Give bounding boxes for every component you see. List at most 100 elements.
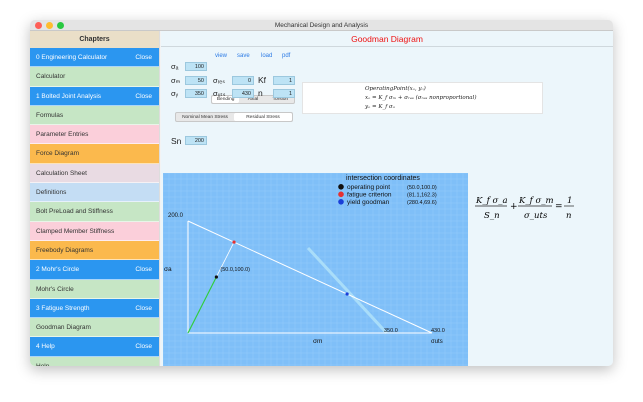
- operating-point-label: (50.0,100.0): [220, 267, 250, 273]
- legend-entry: operating point: [347, 184, 390, 191]
- data-point-fatigue-criterion: [232, 240, 236, 244]
- equation-box: OperatingPoint(xₒ, yₒ) xₒ = K_f σₘ + σᵣₑ…: [302, 82, 543, 114]
- data-point-yield-goodman: [345, 292, 349, 296]
- sidebar-item[interactable]: Parameter Entries: [30, 125, 159, 145]
- goodman-chart[interactable]: 200.0 σa (50.0,100.0) σm 350.0 430.0 σuts inter…: [162, 172, 468, 366]
- close-section-button[interactable]: Close: [135, 260, 152, 279]
- kf-label: Kf: [258, 75, 267, 85]
- equation-line: yₒ = K_f σₐ: [365, 104, 395, 110]
- sidebar-item-label: Goodman Diagram: [36, 324, 91, 332]
- sidebar-item-label: Mohr's Circle: [36, 285, 74, 293]
- equation-line: OperatingPoint(xₒ, yₒ): [365, 86, 426, 92]
- sidebar-item-label: 2 Mohr's Circle: [36, 266, 80, 274]
- sidebar-item-label: Calculator: [36, 73, 66, 81]
- sidebar-item[interactable]: Calculation Sheet: [30, 163, 159, 184]
- sidebar-item-label: Calculation Sheet: [36, 169, 87, 177]
- tab-nominal-mean-stress[interactable]: Nominal Mean Stress: [176, 113, 234, 121]
- sidebar-item-label: Definitions: [36, 189, 67, 197]
- sidebar-item-label: 0 Engineering Calculator: [36, 54, 108, 61]
- stress-type-segmented[interactable]: Nominal Mean Stress Residual Stress: [175, 112, 293, 122]
- legend-marker: [338, 184, 344, 190]
- sidebar-item[interactable]: Freebody Diagrams: [30, 240, 159, 261]
- legend-coords: (280.4,69.6): [407, 200, 437, 206]
- tab-residual-stress[interactable]: Residual Stress: [234, 113, 292, 121]
- eq-num1: K_f σ_a: [475, 196, 508, 206]
- sidebar-header: Chapters: [30, 31, 159, 48]
- goodman-equation-svg: K_f σ_a S_n + K_f σ_m σ_uts = 1 n: [475, 196, 574, 221]
- close-section-button[interactable]: Close: [135, 299, 152, 318]
- sigma-y-label: σᵧ: [171, 89, 179, 98]
- eq-den2: σ_uts: [524, 211, 548, 221]
- pdf-link[interactable]: pdf: [282, 53, 290, 59]
- sigma-uts-tick-label: σuts: [431, 339, 443, 345]
- legend-coords: (50.0,100.0): [407, 185, 437, 191]
- sidebar-item-label: Parameter Entries: [36, 131, 89, 139]
- sidebar-item[interactable]: Clamped Member Stiffness: [30, 221, 159, 241]
- legend-marker: [338, 199, 344, 205]
- x-axis-label: σm: [313, 338, 322, 345]
- sidebar-item-label: 3 Fatigue Strength: [36, 304, 90, 312]
- sidebar-item[interactable]: Bolt PreLoad and Stiffness: [30, 202, 159, 222]
- sidebar-item[interactable]: 0 Engineering Calculator Close: [30, 48, 159, 68]
- sidebar-item-label: Help: [36, 363, 49, 366]
- x-max-label: 430.0: [431, 328, 445, 334]
- sidebar-item-label: Freebody Diagrams: [36, 246, 94, 254]
- sigma-m-input[interactable]: 50: [185, 76, 207, 85]
- sidebar-item[interactable]: Goodman Diagram: [30, 318, 159, 338]
- goodman-equation: K_f σ_a S_n + K_f σ_m σ_uts = 1 n: [473, 189, 578, 225]
- legend-coords: (81.1,162.3): [407, 193, 437, 199]
- svg-text:=: =: [555, 202, 563, 212]
- view-link[interactable]: view: [215, 53, 227, 59]
- sidebar-item[interactable]: Help: [30, 356, 159, 366]
- legend-entry: fatigue criterion: [347, 192, 392, 199]
- sidebar-item-label: Formulas: [36, 111, 64, 119]
- eq-rhs-den: n: [566, 211, 571, 221]
- load-link[interactable]: load: [261, 53, 272, 59]
- sidebar-item[interactable]: Force Diagram: [30, 144, 159, 164]
- legend-entry: yield goodman: [347, 199, 390, 206]
- sidebar-item[interactable]: 2 Mohr's Circle Close: [30, 260, 159, 280]
- n-label: n: [258, 88, 263, 98]
- sidebar-list: 0 Engineering Calculator Close Calculator 1…: [30, 48, 159, 366]
- close-section-button[interactable]: Close: [135, 337, 152, 356]
- close-section-button[interactable]: Close: [135, 48, 152, 67]
- sigma-y-input[interactable]: 350: [185, 89, 207, 98]
- page-title: Goodman Diagram: [351, 34, 423, 44]
- sn-input[interactable]: 200: [185, 136, 207, 145]
- legend-marker: [338, 191, 344, 198]
- sidebar-item[interactable]: 4 Help Close: [30, 337, 159, 357]
- legend-title: intersection coordinates: [346, 175, 420, 182]
- main-panel: Goodman Diagram view save load pdf σₐ 10…: [161, 31, 613, 366]
- save-link[interactable]: save: [237, 53, 250, 59]
- sidebar-item[interactable]: 1 Bolted Joint Analysis Close: [30, 86, 159, 106]
- sidebar-item[interactable]: 3 Fatigue Strength Close: [30, 298, 159, 319]
- data-point-operating-point: [214, 275, 218, 279]
- sidebar: Chapters 0 Engineering Calculator Close Ca…: [30, 31, 160, 366]
- sigma-a-label: σₐ: [171, 62, 179, 71]
- app-window: Mechanical Design and Analysis Chapters …: [30, 20, 613, 366]
- sigma-res-input[interactable]: 0: [232, 76, 254, 85]
- close-section-button[interactable]: Close: [135, 87, 152, 106]
- sigma-res-label: σᵣₑₛ: [213, 76, 226, 85]
- sigma-y-tick-label: 350.0: [384, 328, 398, 334]
- eq-rhs-num: 1: [567, 196, 572, 206]
- sidebar-item-label: 1 Bolted Joint Analysis: [36, 92, 102, 100]
- sidebar-item-label: 4 Help: [36, 343, 55, 351]
- n-input[interactable]: 1: [273, 89, 295, 98]
- sidebar-item[interactable]: Mohr's Circle: [30, 279, 159, 299]
- y-axis-label: σa: [164, 266, 172, 273]
- y-max-label: 200.0: [168, 213, 184, 219]
- sigma-uts-label: σᵤₜₛ: [213, 89, 226, 98]
- equation-line: xₒ = K_f σₘ + σᵣₑₛ (σᵣₑₛ nonproportional…: [365, 95, 477, 101]
- kf-input[interactable]: 1: [273, 76, 295, 85]
- sidebar-item[interactable]: Definitions: [30, 183, 159, 203]
- svg-text:+: +: [510, 202, 518, 212]
- sidebar-item[interactable]: Formulas: [30, 105, 159, 126]
- sigma-a-input[interactable]: 100: [185, 62, 207, 71]
- eq-num2: K_f σ_m: [518, 196, 554, 206]
- sigma-uts-input[interactable]: 430: [232, 89, 254, 98]
- goodman-chart-svg: 200.0 σa (50.0,100.0) σm 350.0 430.0 σuts inter…: [162, 172, 468, 366]
- sn-label: Sn: [171, 136, 182, 146]
- eq-den1: S_n: [484, 211, 500, 221]
- sidebar-item[interactable]: Calculator: [30, 67, 159, 87]
